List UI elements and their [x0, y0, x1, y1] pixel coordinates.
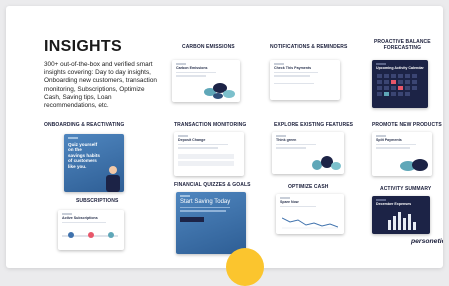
- promote-card[interactable]: Split Payments: [372, 132, 432, 176]
- card-title: Carbon Emissions: [176, 65, 208, 70]
- subscriptions-label: SUBSCRIPTIONS: [76, 198, 119, 204]
- card-text-line: [376, 143, 416, 145]
- card-text-line: [276, 143, 316, 145]
- card-tag: [62, 213, 72, 215]
- insights-slide: INSIGHTS 300+ out-of-the-box and verifie…: [6, 6, 443, 268]
- transaction-label: TRANSACTION MONITORING: [174, 122, 247, 128]
- card-text-line: [274, 75, 310, 77]
- service-logo-icon: [88, 232, 94, 238]
- card-tag: [280, 197, 290, 199]
- onboarding-card[interactable]: Quiz yourself on the savings habits of c…: [64, 134, 124, 192]
- card-title: Active Subscriptions: [62, 215, 98, 220]
- card-text-line: [274, 71, 318, 73]
- card-text-line: [180, 210, 226, 212]
- activity-card[interactable]: December Expenses: [372, 196, 430, 234]
- carbon-card[interactable]: Carbon Emissions: [172, 60, 240, 102]
- calendar-grid-icon: [377, 74, 417, 96]
- slide-intro: 300+ out-of-the-box and verified smart i…: [44, 61, 157, 110]
- card-title: December Expenses: [376, 201, 412, 206]
- card-text-line: [176, 71, 216, 73]
- card-text-line: [276, 147, 306, 149]
- quizzes-card[interactable]: Start Saving Today: [176, 192, 246, 254]
- card-title: Split Payments: [376, 137, 402, 142]
- card-cta-button[interactable]: [180, 216, 204, 222]
- card-tag: [376, 63, 386, 65]
- leaves-illustration-icon: [204, 83, 235, 99]
- brand-logo: personetics: [411, 238, 443, 245]
- explore-label: EXPLORE EXISTING FEATURES: [274, 122, 354, 128]
- onboarding-label: ONBOARDING & REACTIVATING: [44, 122, 125, 128]
- service-logo-icon: [108, 232, 114, 238]
- card-title: Think green: [276, 137, 297, 142]
- hands-illustration-icon: [400, 159, 428, 171]
- explore-card[interactable]: Think green: [272, 132, 344, 174]
- optimize-label: OPTIMIZE CASH: [288, 184, 329, 190]
- card-text-line: [178, 143, 228, 145]
- notifications-label: NOTIFICATIONS & REMINDERS: [270, 44, 348, 50]
- promote-label: PROMOTE NEW PRODUCTS: [372, 122, 442, 128]
- card-text-line: [62, 221, 106, 223]
- card-title: Start Saving Today: [180, 198, 231, 205]
- accent-circle: [226, 248, 264, 286]
- activity-label: ACTIVITY SUMMARY: [380, 186, 432, 192]
- card-title: Upcoming Activity Calendar: [376, 65, 424, 70]
- card-tag: [376, 199, 386, 201]
- card-tag: [180, 195, 190, 197]
- optimize-card[interactable]: Spare Now: [276, 194, 344, 234]
- card-text-line: [180, 206, 230, 208]
- card-title: Quiz yourself on the savings habits of c…: [68, 141, 100, 169]
- card-tag: [274, 63, 284, 65]
- card-text-line: [274, 82, 314, 84]
- card-title: Check This Payments: [274, 65, 312, 70]
- card-text-line: [176, 75, 206, 77]
- card-tag: [176, 63, 186, 65]
- card-text-line: [280, 205, 316, 207]
- service-logo-icon: [68, 232, 74, 238]
- proactive-label: PROACTIVE BALANCE FORECASTING: [374, 39, 431, 51]
- proactive-card[interactable]: Upcoming Activity Calendar: [372, 60, 428, 108]
- proactive-label-line2: FORECASTING: [383, 45, 422, 51]
- card-text-line: [178, 147, 218, 149]
- slide-title: INSIGHTS: [44, 38, 122, 55]
- card-tag: [68, 137, 78, 139]
- card-text-line: [376, 147, 410, 149]
- transaction-card[interactable]: Deposit Change: [174, 132, 244, 176]
- card-tag: [276, 135, 286, 137]
- card-title: Deposit Change: [178, 137, 206, 142]
- card-tag: [178, 135, 188, 137]
- balance-trend-icon: [282, 217, 338, 229]
- card-row: [178, 153, 234, 159]
- notifications-card[interactable]: Check This Payments: [270, 60, 340, 100]
- plants-illustration-icon: [312, 156, 341, 170]
- subscriptions-card[interactable]: Active Subscriptions: [58, 210, 124, 250]
- spending-bars-icon: [388, 212, 416, 230]
- card-tag: [376, 135, 386, 137]
- card-row: [178, 160, 234, 166]
- quizzes-label: FINANCIAL QUIZZES & GOALS: [174, 182, 251, 188]
- person-illustration-icon: [106, 166, 120, 192]
- carbon-label: CARBON EMISSIONS: [182, 44, 235, 50]
- card-title: Spare Now: [280, 199, 299, 204]
